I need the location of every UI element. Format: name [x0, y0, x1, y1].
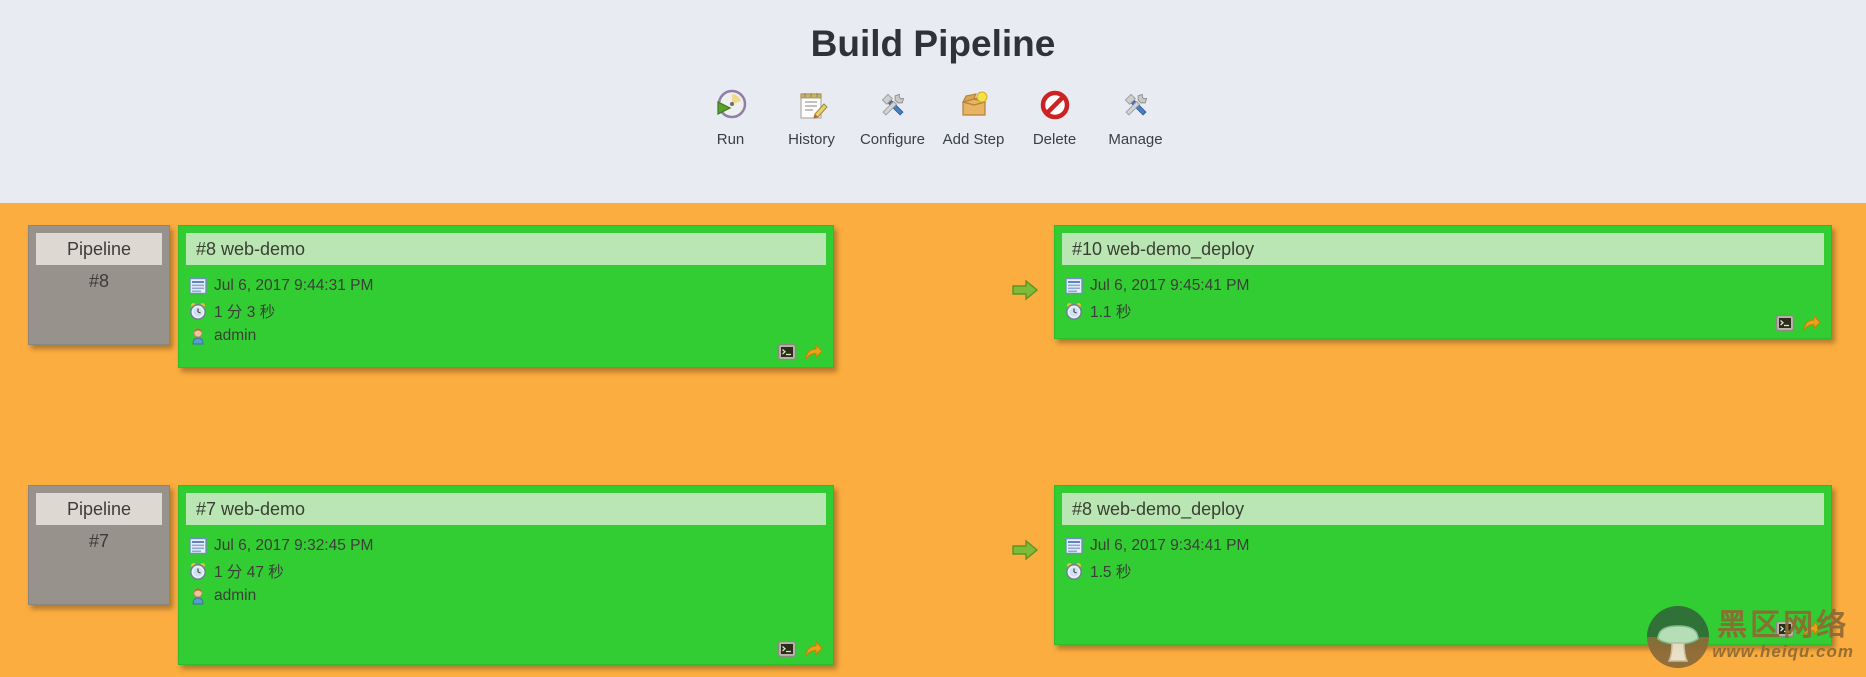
pipeline-box-number: #8: [29, 271, 169, 292]
build-card-body: Jul 6, 2017 9:34:41 PM 1.5 秒: [1055, 525, 1831, 583]
build-card-actions: [1775, 619, 1822, 639]
calendar-icon: [1065, 537, 1083, 555]
toolbar-item-run-label: Run: [717, 131, 745, 148]
build-card-duration-row: 1 分 47 秒: [189, 558, 833, 583]
build-card-timestamp: Jul 6, 2017 9:44:31 PM: [214, 277, 373, 295]
toolbar-item-history[interactable]: History: [771, 88, 852, 148]
manage-tools-icon: [1119, 88, 1153, 122]
console-icon[interactable]: [777, 639, 797, 659]
build-card-title: #10 web-demo_deploy: [1062, 233, 1824, 265]
build-card-title: #8 web-demo: [186, 233, 826, 265]
build-card-timestamp: Jul 6, 2017 9:45:41 PM: [1090, 277, 1249, 295]
clock-icon: [1065, 302, 1083, 320]
rerun-arrow-icon[interactable]: [804, 342, 824, 362]
pipeline-box-label: Pipeline: [36, 233, 162, 265]
build-card-body: Jul 6, 2017 9:32:45 PM 1 分 47 秒: [179, 525, 833, 608]
toolbar-item-configure-label: Configure: [860, 131, 925, 148]
calendar-icon: [189, 537, 207, 555]
pipeline-box-label: Pipeline: [36, 493, 162, 525]
toolbar-item-add-step-label: Add Step: [943, 131, 1005, 148]
toolbar-item-add-step[interactable]: Add Step: [933, 88, 1014, 148]
user-icon: [189, 587, 207, 605]
rerun-arrow-icon[interactable]: [1802, 619, 1822, 639]
build-card[interactable]: #8 web-demo_deploy Jul 6, 2017 9:34:41 P…: [1054, 485, 1832, 645]
build-card-user-row: admin: [189, 583, 833, 608]
build-card-actions: [1775, 313, 1822, 333]
toolbar: Run History: [0, 88, 1866, 148]
add-step-box-icon: [957, 88, 991, 122]
clock-icon: [1065, 562, 1083, 580]
build-card-duration-row: 1 分 3 秒: [189, 298, 833, 323]
toolbar-item-manage-label: Manage: [1108, 131, 1162, 148]
delete-prohibition-icon: [1038, 88, 1072, 122]
build-card-timestamp-row: Jul 6, 2017 9:45:41 PM: [1065, 273, 1831, 298]
toolbar-item-manage[interactable]: Manage: [1095, 88, 1176, 148]
calendar-icon: [1065, 277, 1083, 295]
user-icon: [189, 327, 207, 345]
build-card-duration: 1 分 47 秒: [214, 560, 284, 582]
page-title: Build Pipeline: [0, 22, 1866, 66]
pipeline-box-7: Pipeline #7: [28, 485, 170, 605]
build-card-user: admin: [214, 327, 256, 345]
clock-icon: [189, 562, 207, 580]
pipeline-connector-arrow: [1012, 538, 1038, 562]
build-card-actions: [777, 639, 824, 659]
toolbar-item-configure[interactable]: Configure: [852, 88, 933, 148]
build-card-duration-row: 1.5 秒: [1065, 558, 1831, 583]
pipeline-row: Pipeline #8 #8 web-demo Jul: [0, 225, 1866, 405]
run-clock-icon: [714, 88, 748, 122]
pipeline-box-8: Pipeline #8: [28, 225, 170, 345]
toolbar-item-delete[interactable]: Delete: [1014, 88, 1095, 148]
build-card-duration: 1.5 秒: [1090, 560, 1131, 582]
build-card-body: Jul 6, 2017 9:44:31 PM 1 分 3 秒: [179, 265, 833, 348]
console-icon[interactable]: [1775, 313, 1795, 333]
build-card[interactable]: #8 web-demo Jul 6, 2017 9:44:31 PM: [178, 225, 834, 368]
build-card[interactable]: #7 web-demo Jul 6, 2017 9:32:45 PM: [178, 485, 834, 665]
build-card-title: #7 web-demo: [186, 493, 826, 525]
clock-icon: [189, 302, 207, 320]
pipeline-panel: Pipeline #8 #8 web-demo Jul: [0, 203, 1866, 677]
pipeline-box-number: #7: [29, 531, 169, 552]
build-card-actions: [777, 342, 824, 362]
rerun-arrow-icon[interactable]: [1802, 313, 1822, 333]
build-card-timestamp: Jul 6, 2017 9:34:41 PM: [1090, 537, 1249, 555]
build-card-user: admin: [214, 587, 256, 605]
build-card-timestamp-row: Jul 6, 2017 9:34:41 PM: [1065, 533, 1831, 558]
toolbar-item-run[interactable]: Run: [690, 88, 771, 148]
rerun-arrow-icon[interactable]: [804, 639, 824, 659]
pipeline-connector-arrow: [1012, 278, 1038, 302]
calendar-icon: [189, 277, 207, 295]
build-card-timestamp-row: Jul 6, 2017 9:32:45 PM: [189, 533, 833, 558]
build-card-body: Jul 6, 2017 9:45:41 PM 1.1 秒: [1055, 265, 1831, 323]
build-card[interactable]: #10 web-demo_deploy Jul 6, 2017 9:45:41 …: [1054, 225, 1832, 339]
toolbar-item-delete-label: Delete: [1033, 131, 1076, 148]
build-card-timestamp-row: Jul 6, 2017 9:44:31 PM: [189, 273, 833, 298]
console-icon[interactable]: [1775, 619, 1795, 639]
build-card-duration-row: 1.1 秒: [1065, 298, 1831, 323]
build-card-title: #8 web-demo_deploy: [1062, 493, 1824, 525]
configure-tools-icon: [876, 88, 910, 122]
pipeline-row: Pipeline #7 #7 web-demo Jul: [0, 485, 1866, 665]
history-notepad-icon: [795, 88, 829, 122]
toolbar-item-history-label: History: [788, 131, 835, 148]
build-card-timestamp: Jul 6, 2017 9:32:45 PM: [214, 537, 373, 555]
build-card-duration: 1 分 3 秒: [214, 300, 275, 322]
build-card-duration: 1.1 秒: [1090, 300, 1131, 322]
page-header: Build Pipeline Run: [0, 0, 1866, 148]
build-card-user-row: admin: [189, 323, 833, 348]
console-icon[interactable]: [777, 342, 797, 362]
